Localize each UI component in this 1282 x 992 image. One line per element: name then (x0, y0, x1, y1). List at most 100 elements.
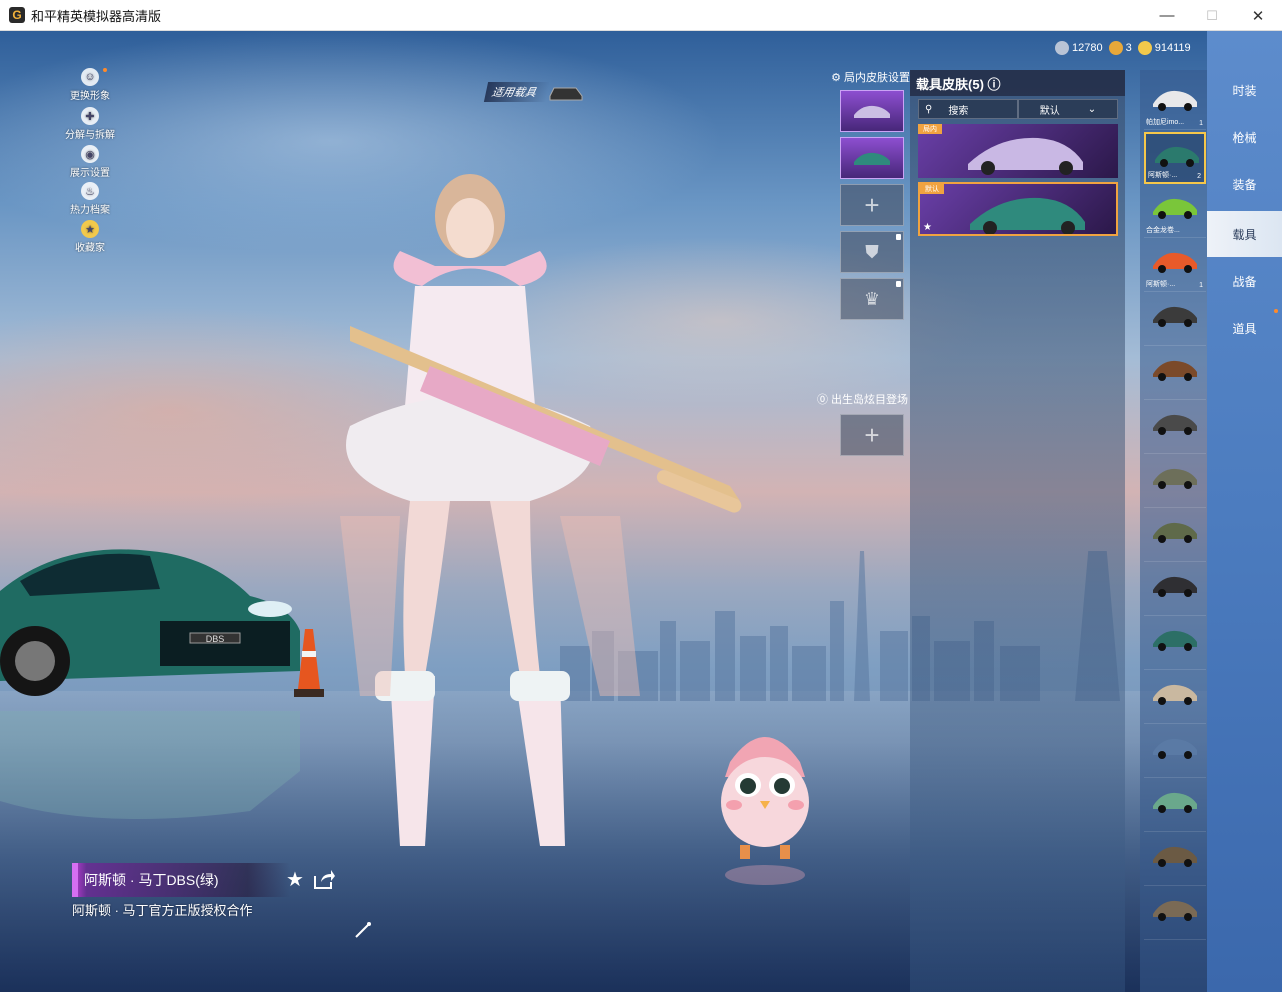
silver-coin-icon (1055, 41, 1069, 55)
chevron-down-icon: ⌄ (1087, 103, 1097, 115)
vehicle-count: 2 (1197, 173, 1201, 180)
collector-badge-icon: ★ (81, 220, 99, 238)
skin-name-bar: 阿斯顿 · 马丁DBS(绿) (72, 863, 290, 897)
locked-slot-1[interactable]: ⛊ (840, 231, 904, 273)
vehicle-item[interactable] (1144, 672, 1206, 724)
skin-slot-1[interactable] (840, 90, 904, 132)
vehicle-item[interactable] (1144, 564, 1206, 616)
vehicle-item[interactable] (1144, 402, 1206, 454)
skin-card-tag: 局内 (918, 124, 942, 134)
silver-coin: 12780 (1055, 41, 1103, 55)
plus-icon: + (864, 189, 880, 220)
vehicle-thumbnail-icon (1153, 630, 1197, 651)
close-window-button[interactable]: ✕ (1235, 0, 1281, 31)
settings-icon: ⚙ (831, 72, 844, 84)
help-icon[interactable]: ⓘ (984, 77, 1001, 92)
vehicle-thumbnail-icon (1153, 684, 1197, 705)
traffic-cone (294, 629, 324, 697)
tab-items[interactable]: 道具 (1207, 305, 1282, 351)
sort-dropdown[interactable]: 默认 ⌄ (1018, 99, 1118, 119)
add-entrance-slot[interactable]: + (840, 414, 904, 456)
favorite-star-icon[interactable]: ★ (286, 867, 308, 891)
vehicle-item[interactable]: 合金龙卷... (1144, 186, 1206, 238)
change-appearance-label: 更换形象 (70, 91, 110, 102)
car-plate: DBS (206, 634, 225, 644)
avatar-icon: ☺ (81, 68, 99, 86)
lock-icon (896, 281, 901, 287)
vehicle-item[interactable]: 帕加尼imo... 1 (1144, 78, 1206, 130)
gold-coin-icon (1137, 41, 1152, 55)
skin-search-input[interactable]: ⚲ 搜索 (918, 99, 1018, 119)
disassemble-menu[interactable]: ✚ 分解与拆解 (60, 107, 120, 141)
vehicle-item[interactable] (1144, 780, 1206, 832)
skin-card-1[interactable]: 局内 (918, 124, 1118, 178)
vehicle-thumbnail-icon (1153, 360, 1197, 381)
skin-card-2[interactable]: 默认 ★ (918, 182, 1118, 236)
panel-title: 载具皮肤(5) ⓘ (910, 70, 1125, 96)
skin-slot-2[interactable] (840, 137, 904, 179)
tab-vehicles[interactable]: 载具 (1207, 211, 1282, 257)
notification-dot (103, 68, 107, 72)
share-icon[interactable] (312, 868, 336, 890)
vehicle-thumbnail-icon (1153, 468, 1197, 489)
vehicle-skin-panel: 载具皮肤(5) ⓘ ⚲ 搜索 默认 ⌄ 局内 默认 ★ (910, 70, 1125, 992)
vehicle-item[interactable] (1144, 456, 1206, 508)
vehicle-item[interactable] (1144, 888, 1206, 940)
maximize-button[interactable]: ☐ (1189, 0, 1235, 31)
category-tabs: 时装 枪械 装备 载具 战备 道具 (1207, 31, 1282, 992)
minimize-button[interactable]: — (1144, 0, 1190, 31)
vehicle-thumbnail-icon (1153, 252, 1197, 273)
search-icon: ⚲ (925, 103, 933, 115)
medal-value: 3 (1125, 42, 1132, 54)
heat-archive-menu[interactable]: ♨ 热力档案 (60, 182, 120, 216)
car-icon (854, 105, 890, 118)
vehicle-item[interactable] (1144, 348, 1206, 400)
vehicle-name: 合金龙卷... (1146, 227, 1180, 234)
search-placeholder: 搜索 (948, 105, 969, 117)
add-skin-slot[interactable]: + (840, 184, 904, 226)
vehicle-item[interactable]: 阿斯顿·... 1 (1144, 240, 1206, 292)
car-icon (549, 87, 583, 101)
vehicle-item[interactable]: 阿斯顿·... 2 (1144, 132, 1206, 184)
vehicle-item[interactable] (1144, 294, 1206, 346)
display-settings-label: 展示设置 (70, 168, 110, 179)
vehicle-thumbnail-icon (1153, 576, 1197, 597)
tab-weapons[interactable]: 枪械 (1207, 114, 1282, 160)
vehicle-item[interactable] (1144, 726, 1206, 778)
vehicle-thumbnail-icon (1153, 792, 1197, 813)
tab-equipment[interactable]: 装备 (1207, 161, 1282, 207)
car-reflection (0, 711, 300, 819)
title-bar: G 和平精英模拟器高清版 — ☐ ✕ (0, 0, 1282, 31)
game-viewport: DBS ☺ 更换形象 ✚ 分解与拆解 ◉ 展示设置 ♨ 热力档案 ★ 收藏家 适… (0, 31, 1282, 992)
tab-combat-gear[interactable]: 战备 (1207, 258, 1282, 304)
skin-card-tag: 默认 (920, 184, 944, 194)
spawn-island-entrance-heading: ⓪ 出生岛炫目登场 (803, 391, 908, 407)
vehicle-thumbnail-icon (1153, 522, 1197, 543)
help-icon: ⓪ (816, 394, 831, 406)
wand-icon[interactable] (354, 921, 372, 939)
flame-icon: ♨ (81, 182, 99, 200)
collector-menu[interactable]: ★ 收藏家 (60, 220, 120, 254)
crown-icon: ♛ (863, 288, 881, 309)
display-settings-menu[interactable]: ◉ 展示设置 (60, 145, 120, 179)
change-appearance-menu[interactable]: ☺ 更换形象 (60, 68, 120, 102)
gold-coin-value: 914119 (1154, 42, 1191, 54)
car-thumbnail (968, 137, 1083, 175)
badge-icon: ⛊ (865, 241, 879, 262)
vehicle-item[interactable] (1144, 834, 1206, 886)
vehicle-count: 1 (1199, 120, 1203, 127)
puzzle-icon: ✚ (81, 107, 99, 125)
tab-outfit[interactable]: 时装 (1207, 67, 1282, 113)
vehicle-name: 帕加尼imo... (1146, 119, 1185, 126)
vehicle-thumbnail-icon (1153, 414, 1197, 435)
app-window: G 和平精英模拟器高清版 — ☐ ✕ DBS ☺ 更换形象 ✚ 分解与拆解 ◉ … (0, 0, 1282, 992)
vehicle-item[interactable] (1144, 510, 1206, 562)
heat-archive-label: 热力档案 (70, 205, 110, 216)
locked-slot-2[interactable]: ♛ (840, 278, 904, 320)
vehicle-thumbnail-icon (1155, 146, 1199, 167)
spawn-entrance-label: 出生岛炫目登场 (831, 394, 908, 406)
disassemble-label: 分解与拆解 (65, 130, 115, 141)
vehicle-item[interactable] (1144, 618, 1206, 670)
medal-icon (1108, 41, 1123, 55)
skin-description: 阿斯顿 · 马丁官方正版授权合作 (72, 903, 253, 918)
